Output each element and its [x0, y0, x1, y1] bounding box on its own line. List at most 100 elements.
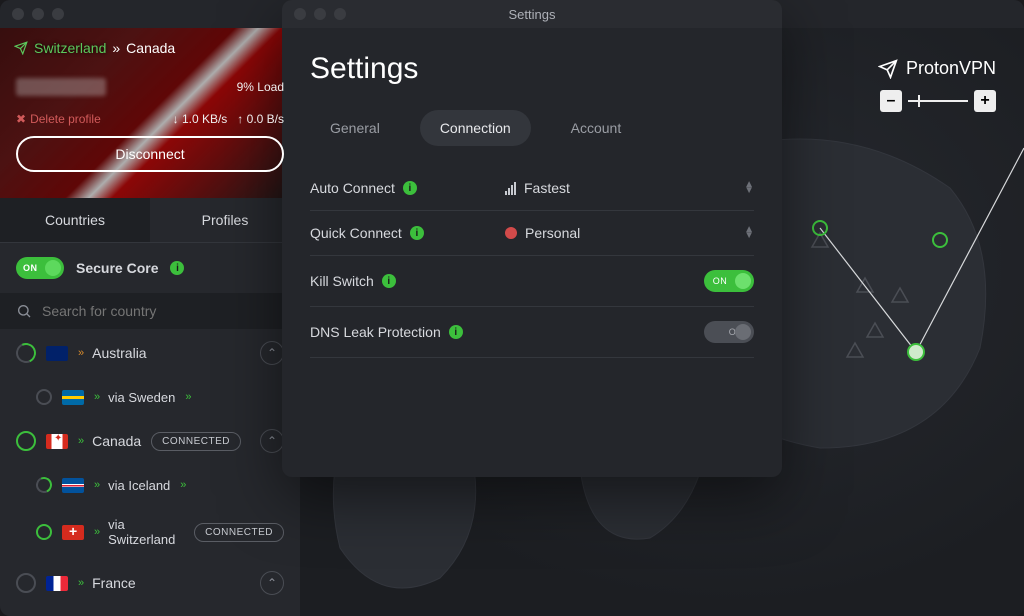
expand-button[interactable]: ⌃	[260, 341, 284, 365]
close-icon[interactable]	[12, 8, 24, 20]
secure-core-chevron-icon: »	[94, 526, 98, 538]
flag-icon	[62, 390, 84, 405]
country-name: via Switzerland	[108, 517, 184, 547]
country-subitem[interactable]: » via Iceland »	[0, 465, 300, 505]
settings-window-title: Settings	[282, 7, 782, 22]
delete-profile-button[interactable]: ✖ Delete profile	[16, 112, 101, 126]
setting-dns-leak: DNS Leak Protectioni ON	[310, 307, 754, 358]
flag-icon	[46, 346, 68, 361]
settings-tab-connection[interactable]: Connection	[420, 110, 531, 146]
secure-core-chevron-icon: »	[94, 391, 98, 403]
secure-core-chevron-icon: »	[78, 347, 82, 359]
sidebar: Switzerland » Canada 9% Load ✖ Delete pr…	[0, 28, 300, 616]
signal-bars-icon	[505, 182, 516, 195]
zoom-in-button[interactable]: +	[974, 90, 996, 112]
zoom-control: – +	[880, 90, 996, 112]
load-ring-icon	[36, 524, 52, 540]
flag-icon	[46, 434, 68, 449]
chevron-updown-icon: ▲▼	[744, 227, 754, 239]
route-destination: Canada	[126, 40, 175, 56]
settings-tab-general[interactable]: General	[310, 110, 400, 146]
disconnect-button[interactable]: Disconnect	[16, 136, 284, 172]
flag-icon	[62, 525, 84, 540]
flag-icon	[62, 478, 84, 493]
load-ring-icon	[34, 475, 55, 496]
brand-logo: ProtonVPN	[878, 58, 996, 79]
fullscreen-icon[interactable]	[334, 8, 346, 20]
settings-window: Settings Settings General Connection Acc…	[282, 0, 782, 477]
setting-kill-switch: Kill Switchi ON	[310, 256, 754, 307]
load-percent: 9% Load	[237, 80, 284, 94]
info-icon[interactable]: i	[410, 226, 424, 240]
load-ring-icon	[13, 340, 39, 366]
secure-core-chevron-icon: »	[94, 479, 98, 491]
dns-leak-toggle[interactable]: ON	[704, 321, 754, 343]
flag-icon	[46, 576, 68, 591]
download-icon: ↓	[173, 112, 179, 126]
info-icon[interactable]: i	[170, 261, 184, 275]
country-item[interactable]: » Australia ⌃	[0, 329, 300, 377]
settings-heading: Settings	[310, 52, 754, 86]
country-name: France	[92, 575, 136, 591]
traffic-lights	[294, 8, 346, 20]
country-item[interactable]: » Canada CONNECTED ⌃	[0, 417, 300, 465]
country-list[interactable]: » Australia ⌃ » via Sweden » » Canada CONNECTED ⌃…	[0, 329, 300, 616]
server-ip-redacted	[16, 78, 106, 96]
connected-badge: CONNECTED	[151, 432, 241, 451]
setting-quick-connect[interactable]: Quick Connecti Personal ▲▼	[310, 211, 754, 256]
close-icon[interactable]	[294, 8, 306, 20]
settings-tab-account[interactable]: Account	[551, 110, 642, 146]
country-name: Australia	[92, 345, 146, 361]
setting-auto-connect[interactable]: Auto Connecti Fastest ▲▼	[310, 166, 754, 211]
search-input[interactable]	[42, 303, 284, 319]
secure-core-toggle[interactable]: ON	[16, 257, 64, 279]
upload-icon: ↑	[237, 112, 243, 126]
minimize-icon[interactable]	[314, 8, 326, 20]
expand-button[interactable]: ⌃	[260, 571, 284, 595]
connection-hero: Switzerland » Canada 9% Load ✖ Delete pr…	[0, 28, 300, 198]
traffic-lights	[12, 8, 64, 20]
kill-switch-toggle[interactable]: ON	[704, 270, 754, 292]
country-name: via Sweden	[108, 390, 175, 405]
info-icon[interactable]: i	[449, 325, 463, 339]
info-icon[interactable]: i	[382, 274, 396, 288]
country-subitem[interactable]: » via Switzerland CONNECTED	[0, 505, 300, 559]
load-ring-icon	[16, 573, 36, 593]
country-subitem[interactable]: » via Sweden »	[0, 377, 300, 417]
secure-core-chevron-icon: »	[78, 577, 82, 589]
expand-button[interactable]: ⌃	[260, 429, 284, 453]
settings-body: Settings General Connection Account Auto…	[282, 28, 782, 382]
secure-core-row: ON Secure Core i	[0, 243, 300, 293]
connected-badge: CONNECTED	[194, 523, 284, 542]
fullscreen-icon[interactable]	[52, 8, 64, 20]
info-icon[interactable]: i	[403, 181, 417, 195]
secure-core-label: Secure Core	[76, 260, 158, 276]
map-node-active[interactable]	[908, 344, 924, 360]
chevron-right-icon: »	[185, 391, 189, 403]
chevron-right-icon: »	[180, 479, 184, 491]
speed-readout: ↓ 1.0 KB/s ↑ 0.0 B/s	[173, 112, 284, 126]
x-icon: ✖	[16, 112, 26, 126]
country-name: via Iceland	[108, 478, 170, 493]
settings-tabs: General Connection Account	[310, 110, 754, 146]
route-breadcrumb: Switzerland » Canada	[0, 28, 300, 56]
secure-core-chevron-icon: »	[78, 435, 82, 447]
sidebar-section-tabs: Countries Profiles	[0, 198, 300, 243]
country-name: Canada	[92, 433, 141, 449]
zoom-out-button[interactable]: –	[880, 90, 902, 112]
profile-color-icon	[505, 227, 517, 239]
zoom-slider[interactable]	[908, 100, 968, 102]
tab-countries[interactable]: Countries	[0, 198, 150, 242]
settings-titlebar: Settings	[282, 0, 782, 28]
country-item[interactable]: » France ⌃	[0, 559, 300, 607]
minimize-icon[interactable]	[32, 8, 44, 20]
send-icon	[14, 41, 28, 55]
load-ring-icon	[36, 389, 52, 405]
load-ring-icon	[16, 431, 36, 451]
route-arrow-icon: »	[112, 40, 120, 56]
tab-profiles[interactable]: Profiles	[150, 198, 300, 242]
shield-send-icon	[878, 59, 898, 79]
chevron-updown-icon: ▲▼	[744, 182, 754, 194]
country-search[interactable]	[0, 293, 300, 329]
search-icon	[16, 303, 32, 319]
